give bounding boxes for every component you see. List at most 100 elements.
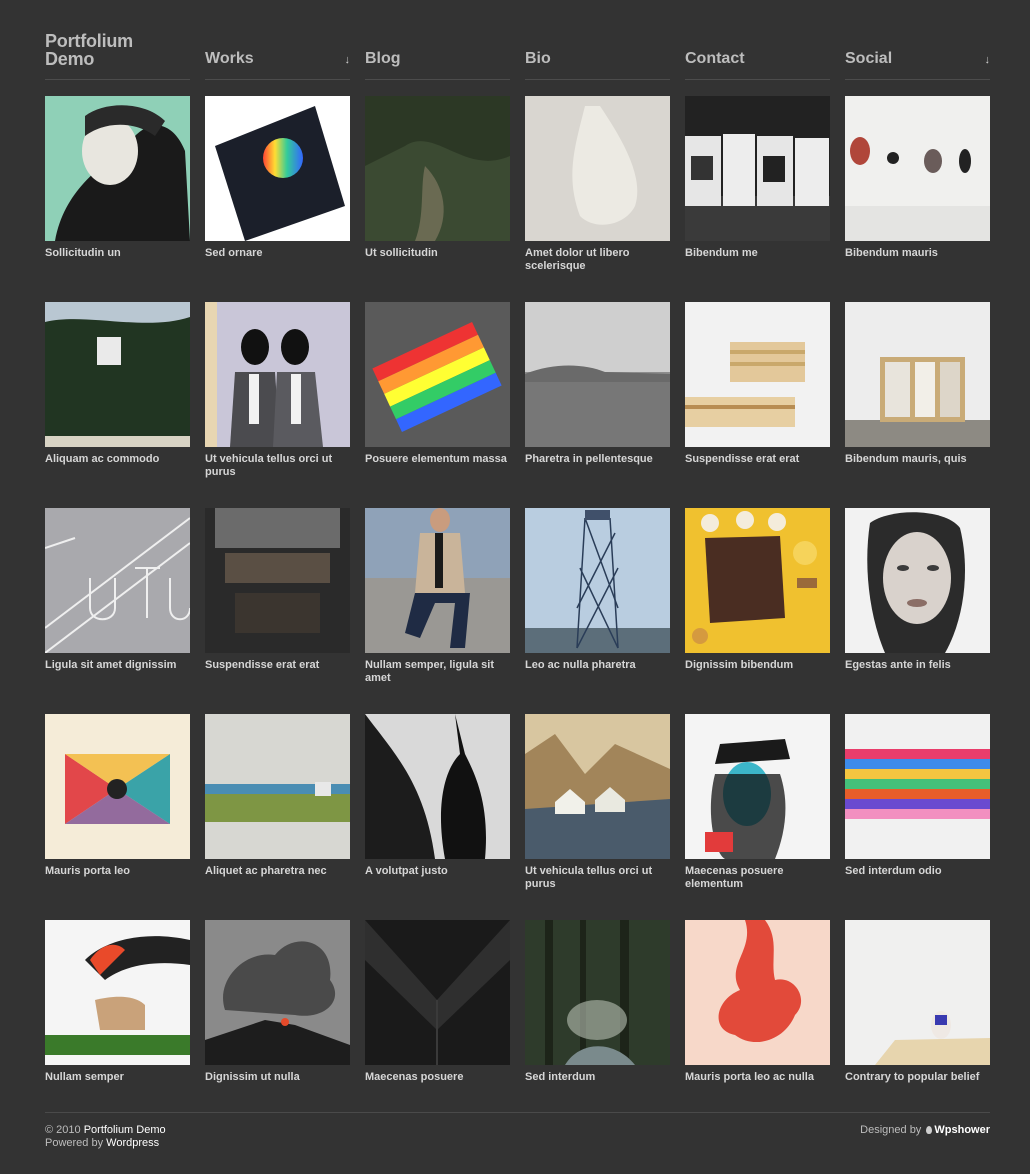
portfolio-item[interactable]: Bibendum mauris, quis: [845, 302, 990, 466]
portfolio-caption[interactable]: Contrary to popular belief: [845, 1071, 990, 1084]
portfolio-caption[interactable]: Aliquam ac commodo: [45, 453, 190, 466]
portfolio-thumbnail[interactable]: [45, 302, 190, 447]
portfolio-caption[interactable]: Bibendum me: [685, 247, 830, 260]
portfolio-thumbnail[interactable]: [205, 714, 350, 859]
portfolio-item[interactable]: Dignissim ut nulla: [205, 920, 350, 1084]
portfolio-thumbnail[interactable]: [365, 508, 510, 653]
portfolio-item[interactable]: A volutpat justo: [365, 714, 510, 878]
portfolio-caption[interactable]: Maecenas posuere: [365, 1071, 510, 1084]
portfolio-caption[interactable]: Ut sollicitudin: [365, 247, 510, 260]
portfolio-thumbnail[interactable]: [685, 508, 830, 653]
portfolio-thumbnail[interactable]: [845, 508, 990, 653]
portfolio-caption[interactable]: Sed ornare: [205, 247, 350, 260]
portfolio-thumbnail[interactable]: [845, 96, 990, 241]
portfolio-thumbnail[interactable]: [45, 920, 190, 1065]
portfolio-item[interactable]: Dignissim bibendum: [685, 508, 830, 672]
portfolio-thumbnail[interactable]: [205, 508, 350, 653]
portfolio-item[interactable]: Egestas ante in felis: [845, 508, 990, 672]
portfolio-thumbnail[interactable]: [205, 96, 350, 241]
portfolio-thumbnail[interactable]: [685, 96, 830, 241]
portfolio-caption[interactable]: Nullam semper: [45, 1071, 190, 1084]
portfolio-caption[interactable]: Sollicitudin un: [45, 247, 190, 260]
portfolio-thumbnail[interactable]: [365, 920, 510, 1065]
portfolio-thumbnail[interactable]: [845, 920, 990, 1065]
portfolio-item[interactable]: Posuere elementum massa: [365, 302, 510, 466]
portfolio-thumbnail[interactable]: [685, 714, 830, 859]
portfolio-caption[interactable]: Dignissim ut nulla: [205, 1071, 350, 1084]
portfolio-item[interactable]: Ut vehicula tellus orci ut purus: [525, 714, 670, 891]
portfolio-thumbnail[interactable]: [685, 920, 830, 1065]
portfolio-item[interactable]: Nullam semper, ligula sit amet: [365, 508, 510, 685]
portfolio-thumbnail[interactable]: [45, 714, 190, 859]
portfolio-caption[interactable]: Bibendum mauris: [845, 247, 990, 260]
portfolio-item[interactable]: Aliquet ac pharetra nec: [205, 714, 350, 878]
portfolio-caption[interactable]: A volutpat justo: [365, 865, 510, 878]
portfolio-caption[interactable]: Posuere elementum massa: [365, 453, 510, 466]
portfolio-caption[interactable]: Ut vehicula tellus orci ut purus: [205, 453, 350, 479]
portfolio-thumbnail[interactable]: [365, 714, 510, 859]
arrow-down-icon[interactable]: ↓: [985, 54, 991, 66]
portfolio-item[interactable]: Bibendum me: [685, 96, 830, 260]
portfolio-thumbnail[interactable]: [525, 714, 670, 859]
portfolio-thumbnail[interactable]: [525, 508, 670, 653]
wpshower-link[interactable]: Wpshower: [934, 1124, 990, 1136]
portfolio-caption[interactable]: Suspendisse erat erat: [685, 453, 830, 466]
portfolio-thumbnail[interactable]: [525, 920, 670, 1065]
portfolio-item[interactable]: Sed interdum odio: [845, 714, 990, 878]
arrow-down-icon[interactable]: ↓: [345, 54, 351, 66]
portfolio-item[interactable]: Ut vehicula tellus orci ut purus: [205, 302, 350, 479]
wordpress-link[interactable]: Wordpress: [106, 1137, 159, 1149]
portfolio-item[interactable]: Ut sollicitudin: [365, 96, 510, 260]
portfolio-thumbnail[interactable]: [365, 96, 510, 241]
portfolio-item[interactable]: Mauris porta leo ac nulla: [685, 920, 830, 1084]
portfolio-caption[interactable]: Egestas ante in felis: [845, 659, 990, 672]
portfolio-item[interactable]: Contrary to popular belief: [845, 920, 990, 1084]
site-title-link[interactable]: Portfolium Demo: [45, 32, 190, 68]
portfolio-item[interactable]: Aliquam ac commodo: [45, 302, 190, 466]
portfolio-item[interactable]: Sollicitudin un: [45, 96, 190, 260]
portfolio-thumbnail[interactable]: [205, 302, 350, 447]
portfolio-thumbnail[interactable]: [525, 302, 670, 447]
portfolio-caption[interactable]: Amet dolor ut libero scelerisque: [525, 247, 670, 273]
portfolio-item[interactable]: Bibendum mauris: [845, 96, 990, 260]
portfolio-item[interactable]: Maecenas posuere: [365, 920, 510, 1084]
portfolio-caption[interactable]: Leo ac nulla pharetra: [525, 659, 670, 672]
portfolio-item[interactable]: Leo ac nulla pharetra: [525, 508, 670, 672]
portfolio-caption[interactable]: Nullam semper, ligula sit amet: [365, 659, 510, 685]
portfolio-thumbnail[interactable]: [845, 302, 990, 447]
portfolio-caption[interactable]: Maecenas posuere elementum: [685, 865, 830, 891]
portfolio-caption[interactable]: Sed interdum odio: [845, 865, 990, 878]
portfolio-caption[interactable]: Ut vehicula tellus orci ut purus: [525, 865, 670, 891]
portfolio-item[interactable]: Ligula sit amet dignissim: [45, 508, 190, 672]
portfolio-thumbnail[interactable]: [45, 508, 190, 653]
nav-label[interactable]: Contact: [685, 50, 745, 68]
portfolio-thumbnail[interactable]: [525, 96, 670, 241]
portfolio-caption[interactable]: Mauris porta leo: [45, 865, 190, 878]
portfolio-item[interactable]: Sed interdum: [525, 920, 670, 1084]
portfolio-caption[interactable]: Suspendisse erat erat: [205, 659, 350, 672]
portfolio-thumbnail[interactable]: [685, 302, 830, 447]
portfolio-caption[interactable]: Pharetra in pellentesque: [525, 453, 670, 466]
portfolio-item[interactable]: Mauris porta leo: [45, 714, 190, 878]
portfolio-item[interactable]: Suspendisse erat erat: [205, 508, 350, 672]
portfolio-caption[interactable]: Dignissim bibendum: [685, 659, 830, 672]
portfolio-thumbnail[interactable]: [205, 920, 350, 1065]
portfolio-caption[interactable]: Sed interdum: [525, 1071, 670, 1084]
portfolio-item[interactable]: Suspendisse erat erat: [685, 302, 830, 466]
portfolio-thumbnail[interactable]: [45, 96, 190, 241]
portfolio-caption[interactable]: Bibendum mauris, quis: [845, 453, 990, 466]
portfolio-thumbnail[interactable]: [365, 302, 510, 447]
nav-label[interactable]: Blog: [365, 50, 401, 68]
portfolio-item[interactable]: Pharetra in pellentesque: [525, 302, 670, 466]
nav-label[interactable]: Works: [205, 50, 254, 68]
portfolio-caption[interactable]: Mauris porta leo ac nulla: [685, 1071, 830, 1084]
portfolio-item[interactable]: Maecenas posuere elementum: [685, 714, 830, 891]
portfolio-item[interactable]: Amet dolor ut libero scelerisque: [525, 96, 670, 273]
portfolio-caption[interactable]: Ligula sit amet dignissim: [45, 659, 190, 672]
footer-site-link[interactable]: Portfolium Demo: [84, 1124, 166, 1136]
portfolio-item[interactable]: Sed ornare: [205, 96, 350, 260]
nav-label[interactable]: Bio: [525, 50, 551, 68]
portfolio-item[interactable]: Nullam semper: [45, 920, 190, 1084]
portfolio-thumbnail[interactable]: [845, 714, 990, 859]
portfolio-caption[interactable]: Aliquet ac pharetra nec: [205, 865, 350, 878]
